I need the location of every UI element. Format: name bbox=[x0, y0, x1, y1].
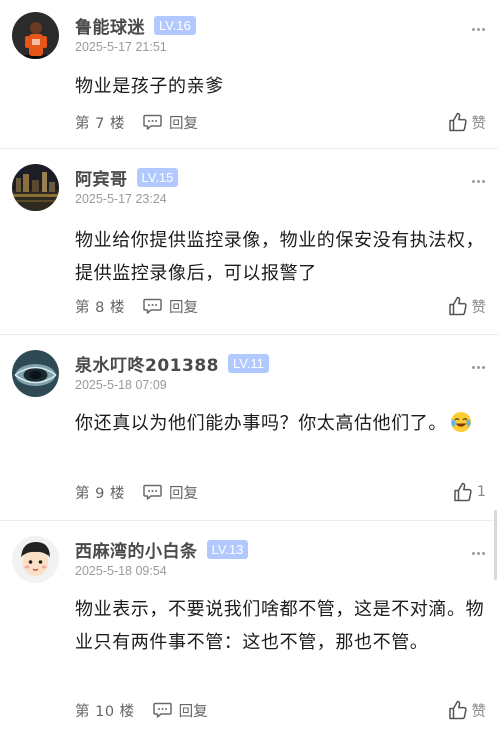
comment-content: 你还真以为他们能办事吗？你太高估他们了。 bbox=[75, 407, 485, 440]
comment-item: 西麻湾的小白条 LV.13 2025-5-18 09:54 物业表示，不要说我们… bbox=[0, 524, 498, 736]
user-avatar[interactable] bbox=[12, 12, 59, 59]
thumbs-up-icon bbox=[454, 482, 472, 502]
thumbs-up-icon bbox=[448, 700, 467, 720]
reply-button[interactable]: 回复 bbox=[143, 296, 198, 317]
laugh-cry-emoji-icon bbox=[451, 412, 471, 432]
comment-content: 物业表示，不要说我们啥都不管，这是不对滴。物业只有两件事不管：这也不管，那也不管… bbox=[75, 599, 485, 653]
like-button[interactable]: 1 bbox=[453, 479, 486, 505]
comment-item: 泉水叮咚201388 LV.11 2025-5-18 07:09 你还真以为他们… bbox=[0, 338, 498, 518]
level-badge: LV.13 bbox=[206, 539, 249, 559]
reply-label: 回复 bbox=[168, 485, 198, 502]
floor-number: 第 7 楼 bbox=[75, 115, 125, 132]
like-label: 赞 bbox=[471, 115, 487, 132]
city-night-avatar-icon bbox=[12, 164, 59, 211]
comment-time: 2025-5-18 09:54 bbox=[75, 564, 167, 578]
comment-time: 2025-5-18 07:09 bbox=[75, 378, 167, 392]
more-options-icon[interactable] bbox=[472, 552, 485, 555]
like-label: 赞 bbox=[471, 703, 487, 720]
reply-button[interactable]: 回复 bbox=[143, 482, 198, 503]
level-badge: LV.15 bbox=[136, 167, 179, 187]
thumbs-up-icon bbox=[448, 296, 467, 316]
floor-number: 第 9 楼 bbox=[75, 485, 125, 502]
user-avatar[interactable] bbox=[12, 350, 59, 397]
water-eye-avatar-icon bbox=[12, 350, 59, 397]
comment-item: 鲁能球迷 LV.16 2025-5-17 21:51 物业是孩子的亲爹 第 7 … bbox=[0, 0, 498, 148]
more-options-icon[interactable] bbox=[472, 180, 485, 183]
comment-content: 物业给你提供监控录像，物业的保安没有执法权，提供监控录像后，可以报警了 bbox=[75, 230, 485, 284]
soccer-player-avatar-icon bbox=[12, 12, 59, 59]
reply-label: 回复 bbox=[178, 703, 208, 720]
reply-icon bbox=[143, 114, 162, 130]
comment-footer: 第 8 楼 回复 赞 bbox=[75, 293, 487, 319]
username[interactable]: 鲁能球迷 bbox=[75, 13, 145, 38]
comment-footer: 第 9 楼 回复 1 bbox=[75, 479, 486, 505]
reply-button[interactable]: 回复 bbox=[152, 700, 208, 721]
reply-icon bbox=[143, 298, 162, 314]
divider bbox=[0, 520, 498, 521]
level-badge: LV.16 bbox=[154, 15, 196, 35]
user-avatar[interactable] bbox=[12, 164, 59, 211]
comment-text: 你还真以为他们能办事吗？你太高估他们了。 bbox=[75, 413, 447, 434]
reply-label: 回复 bbox=[168, 299, 198, 316]
like-button[interactable]: 赞 bbox=[448, 109, 487, 135]
reply-label: 回复 bbox=[168, 115, 198, 132]
scrollbar[interactable] bbox=[494, 510, 497, 580]
floor-number: 第 10 楼 bbox=[75, 703, 135, 720]
like-button[interactable]: 赞 bbox=[448, 293, 487, 319]
thumbs-up-icon bbox=[448, 112, 467, 132]
comment-time: 2025-5-17 21:51 bbox=[75, 40, 167, 54]
reply-button[interactable]: 回复 bbox=[143, 112, 198, 133]
comment-content: 物业是孩子的亲爹 bbox=[75, 76, 224, 97]
more-options-icon[interactable] bbox=[472, 28, 485, 31]
floor-number: 第 8 楼 bbox=[75, 299, 125, 316]
comment-footer: 第 7 楼 回复 赞 bbox=[75, 109, 487, 135]
username[interactable]: 西麻湾的小白条 bbox=[75, 537, 198, 562]
comment-footer: 第 10 楼 回复 赞 bbox=[75, 697, 487, 723]
divider bbox=[0, 148, 498, 149]
reply-icon bbox=[152, 702, 172, 718]
comment-item: 阿宾哥 LV.15 2025-5-17 23:24 物业给你提供监控录像，物业的… bbox=[0, 152, 498, 332]
like-label: 赞 bbox=[471, 299, 487, 316]
comment-time: 2025-5-17 23:24 bbox=[75, 192, 167, 206]
level-badge: LV.11 bbox=[227, 353, 269, 373]
user-avatar[interactable] bbox=[12, 536, 59, 583]
username[interactable]: 阿宾哥 bbox=[75, 165, 128, 190]
username[interactable]: 泉水叮咚201388 bbox=[75, 351, 219, 376]
more-options-icon[interactable] bbox=[472, 366, 485, 369]
divider bbox=[0, 334, 498, 335]
like-count: 1 bbox=[476, 484, 486, 500]
cartoon-boy-avatar-icon bbox=[12, 536, 59, 583]
reply-icon bbox=[143, 484, 162, 500]
like-button[interactable]: 赞 bbox=[448, 697, 487, 723]
